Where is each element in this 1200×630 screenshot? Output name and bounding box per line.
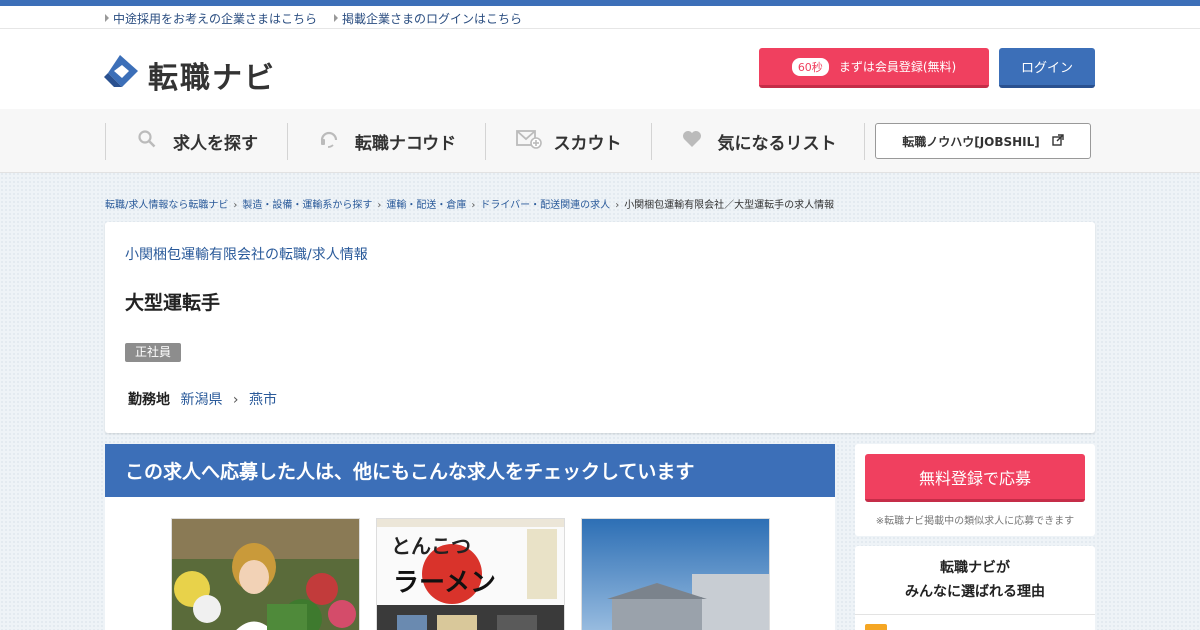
job-thumbnail-florist[interactable] (171, 518, 360, 630)
jobshil-button[interactable]: 転職ノウハウ[JOBSHIL] (875, 123, 1091, 159)
chevron-right-icon: › (232, 392, 239, 408)
divider (855, 614, 1095, 615)
job-title: 大型運転手 (125, 292, 221, 314)
breadcrumb-item[interactable]: 製造・設備・運輸系から探す (242, 200, 372, 211)
heart-icon (680, 130, 704, 153)
search-icon (135, 130, 159, 153)
company-link[interactable]: 小関梱包運輸有限会社の転職/求人情報 (125, 244, 368, 264)
employment-type-tag: 正社員 (125, 343, 182, 362)
logo-text: 転職ナビ (148, 61, 276, 96)
register-button[interactable]: 60秒 まずは会員登録(無料) (759, 48, 989, 88)
why-choose-title: 転職ナビが みんなに選ばれる理由 (905, 560, 1045, 600)
breadcrumb-item[interactable]: 運輸・配送・倉庫 (386, 200, 466, 211)
recommended-heading: この求人へ応募した人は、他にもこんな求人をチェックしています (105, 444, 835, 497)
headset-icon (317, 129, 341, 154)
city-link[interactable]: 燕市 (249, 392, 277, 408)
site-header: 転職ナビ 60秒 まずは会員登録(無料) ログイン (0, 29, 1200, 109)
register-time-badge: 60秒 (791, 57, 829, 76)
breadcrumb-current: 小関梱包運輸有限会社／大型運転手の求人情報 (624, 200, 835, 211)
external-link-icon (1052, 133, 1064, 149)
chevron-right-icon: › (615, 200, 620, 211)
why-choose-panel: 転職ナビが みんなに選ばれる理由 (855, 546, 1095, 630)
chevron-right-icon: › (233, 200, 238, 211)
nav-item-scout[interactable]: スカウト (485, 123, 651, 160)
breadcrumb-item[interactable]: 転職/求人情報なら転職ナビ (105, 200, 228, 211)
employer-recruit-link[interactable]: 中途採用をお考えの企業さまはこちら (105, 10, 317, 27)
nav-item-nakoudo[interactable]: 転職ナコウド (287, 123, 485, 160)
rank-badge-icon (865, 624, 887, 630)
breadcrumb: 転職/求人情報なら転職ナビ › 製造・設備・運輸系から探す › 運輸・配送・倉庫 › ドライ… (105, 196, 834, 211)
chevron-right-icon: › (377, 200, 382, 211)
utility-nav: 中途採用をお考えの企業さまはこちら 掲載企業さまのログインはこちら (0, 6, 1200, 29)
prefecture-link[interactable]: 新潟県 (180, 392, 222, 408)
register-label: まずは会員登録(無料) (838, 60, 957, 74)
shop-sign-main: ラーメン (393, 568, 496, 598)
apply-button[interactable]: 無料登録で応募 (865, 454, 1085, 502)
nav-item-job-search[interactable]: 求人を探す (105, 123, 287, 160)
apply-note: ※転職ナビ掲載中の類似求人に応募できます (875, 516, 1075, 527)
logo-mark-icon (104, 55, 138, 87)
mail-plus-icon (515, 129, 542, 154)
login-button[interactable]: ログイン (999, 48, 1095, 88)
job-thumbnail-warehouse[interactable] (581, 518, 770, 630)
nav-item-favorites[interactable]: 気になるリスト (651, 123, 864, 160)
employer-login-link[interactable]: 掲載企業さまのログインはこちら (334, 10, 522, 27)
shop-sign-top: とんこつ (391, 534, 471, 558)
recommended-jobs-section: この求人へ応募した人は、他にもこんな求人をチェックしています とんこつ ラーメン (105, 444, 835, 630)
location-label: 勤務地 (128, 392, 170, 408)
apply-panel: 無料登録で応募 ※転職ナビ掲載中の類似求人に応募できます (855, 444, 1095, 536)
location-row: 勤務地 新潟県 › 燕市 (128, 389, 277, 409)
breadcrumb-item[interactable]: ドライバー・配送関連の求人 (480, 200, 610, 211)
job-summary-card: 小関梱包運輸有限会社の転職/求人情報 大型運転手 正社員 勤務地 新潟県 › 燕… (105, 222, 1095, 433)
nav-divider (864, 123, 865, 160)
main-nav: 求人を探す 転職ナコウド スカウト 気になるリスト 転職ノウハウ[JOBSHIL… (0, 109, 1200, 173)
job-thumbnail-ramen[interactable]: とんこつ ラーメン (376, 518, 565, 630)
chevron-right-icon: › (471, 200, 476, 211)
